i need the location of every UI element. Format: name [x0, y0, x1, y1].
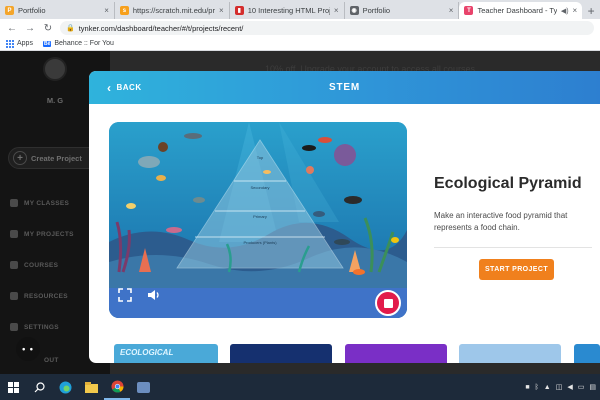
sidebar-item-label: SETTINGS	[24, 323, 59, 331]
project-title: Ecological Pyramid	[434, 175, 582, 192]
tab-label: Portfolio	[18, 6, 46, 15]
windows-start-icon[interactable]	[0, 374, 26, 400]
dashboard-page: M. G + Create Project MY CLASSES MY PROJ…	[0, 51, 600, 374]
tab-label: https://scratch.mit.edu/proje	[132, 6, 215, 15]
project-thumbnail[interactable]: ECOLOGICAL	[114, 344, 218, 363]
browser-tab-portfolio[interactable]: P Portfolio ×	[0, 2, 115, 19]
close-tab-icon[interactable]: ×	[334, 6, 339, 15]
resources-icon	[10, 292, 18, 300]
bookmark-label: Behance :: For You	[54, 40, 114, 47]
bluetooth-icon[interactable]: ᛒ	[535, 384, 539, 391]
avatar[interactable]	[43, 57, 67, 81]
behance-icon: Bē	[42, 40, 52, 47]
start-project-button[interactable]: START PROJECT	[479, 259, 554, 280]
volume-tray-icon[interactable]: ◀	[567, 383, 572, 391]
close-tab-icon[interactable]: ×	[219, 6, 224, 15]
divider	[434, 247, 592, 248]
project-description: Make an interactive food pyramid that re…	[434, 211, 568, 232]
tab-label: Portfolio	[362, 6, 391, 15]
sidebar-item-settings[interactable]: SETTINGS	[10, 321, 59, 333]
url-text: tynker.com/dashboard/teacher/#/t/project…	[78, 23, 244, 33]
edge-icon[interactable]	[52, 374, 78, 400]
fullscreen-icon[interactable]	[118, 288, 132, 302]
sidebar-item-projects[interactable]: MY PROJECTS	[10, 228, 74, 240]
favicon-icon: ▮	[234, 6, 244, 15]
speaker-icon[interactable]: ◀)	[561, 7, 569, 15]
player-controls	[109, 288, 407, 318]
favicon-icon: P	[5, 6, 14, 15]
browser-tab-teacher-dashboard[interactable]: T Teacher Dashboard - Ty ◀) ×	[459, 2, 583, 19]
favicon-icon: ◉	[349, 6, 359, 15]
thumbnail-label: ECOLOGICAL	[120, 348, 174, 357]
screen: P Portfolio × s https://scratch.mit.edu/…	[0, 0, 600, 400]
sidebar-item-label: MY PROJECTS	[24, 230, 74, 238]
back-arrow-icon[interactable]: ←	[6, 23, 18, 34]
address-bar-row: ← → ↻ 🔒 tynker.com/dashboard/teacher/#/t…	[0, 19, 600, 37]
tray-app-icon[interactable]: ▲	[544, 384, 551, 391]
search-icon[interactable]	[26, 374, 52, 400]
stop-icon	[383, 298, 393, 308]
sidebar-item-signout[interactable]: OUT	[44, 354, 59, 366]
browser-tab-portfolio-2[interactable]: ◉ Portfolio ×	[345, 2, 460, 19]
battery-icon[interactable]: ▭	[578, 383, 585, 391]
sidebar-item-label: COURSES	[24, 261, 59, 269]
browser-tab-html-projects[interactable]: ▮ 10 Interesting HTML Project ×	[230, 2, 345, 19]
create-project-label: Create Project	[31, 153, 82, 163]
reload-icon[interactable]: ↻	[42, 23, 54, 34]
sidebar-item-classes[interactable]: MY CLASSES	[10, 197, 69, 209]
projects-icon	[10, 230, 18, 238]
tynker-favicon-icon: T	[464, 6, 474, 15]
sidebar-item-label: OUT	[44, 356, 59, 364]
taskbar: ■ ᛒ ▲ ◫ ◀ ▭ ▤	[0, 374, 600, 400]
browser-tab-strip: P Portfolio × s https://scratch.mit.edu/…	[0, 0, 600, 19]
tab-label: 10 Interesting HTML Project	[247, 6, 330, 15]
bookmarks-bar: Apps Bē Behance :: For You	[0, 37, 600, 51]
tray-app-icon[interactable]: ■	[525, 384, 529, 391]
file-explorer-icon[interactable]	[78, 374, 104, 400]
classes-icon	[10, 199, 18, 207]
tab-label: Teacher Dashboard - Ty	[477, 6, 557, 15]
level-label-primary: Primary	[253, 214, 267, 219]
sidebar-item-label: MY CLASSES	[24, 199, 70, 207]
apps-grid-icon	[6, 39, 14, 48]
url-input[interactable]: 🔒 tynker.com/dashboard/teacher/#/t/proje…	[60, 21, 594, 35]
project-player[interactable]: Top Secondary Primary Producers (Plants)	[109, 122, 407, 318]
app-icon[interactable]	[130, 374, 156, 400]
level-label-secondary: Secondary	[250, 185, 269, 190]
system-tray: ■ ᛒ ▲ ◫ ◀ ▭ ▤	[525, 374, 596, 400]
project-thumbnail[interactable]	[459, 344, 561, 363]
project-modal: ‹ BACK STEM Top Secondary Primary Produc…	[89, 71, 600, 363]
stop-button[interactable]	[375, 290, 401, 316]
chrome-icon[interactable]	[104, 374, 130, 400]
settings-icon	[10, 323, 18, 331]
browser-tab-scratch[interactable]: s https://scratch.mit.edu/proje ×	[115, 2, 230, 19]
favicon-icon: s	[119, 6, 129, 15]
close-tab-icon[interactable]: ×	[104, 6, 109, 15]
modal-header: ‹ BACK STEM	[89, 71, 600, 104]
bookmark-apps[interactable]: Apps	[6, 39, 33, 48]
level-label-producers: Producers (Plants)	[243, 240, 277, 245]
project-thumbnail[interactable]	[345, 344, 447, 363]
project-thumbnail[interactable]	[574, 344, 600, 363]
volume-icon[interactable]	[147, 288, 161, 302]
plus-icon: +	[13, 151, 27, 165]
bookmark-label: Apps	[17, 40, 33, 47]
bookmark-behance[interactable]: Bē Behance :: For You	[42, 40, 114, 47]
network-icon[interactable]: ◫	[556, 383, 563, 391]
sidebar-item-label: RESOURCES	[24, 292, 68, 300]
project-thumbnail[interactable]	[230, 344, 332, 363]
courses-icon	[10, 261, 18, 269]
forward-arrow-icon[interactable]: →	[24, 23, 36, 34]
close-tab-icon[interactable]: ×	[449, 6, 454, 15]
sidebar-item-courses[interactable]: COURSES	[10, 259, 58, 271]
new-tab-button[interactable]: +	[582, 2, 600, 19]
modal-title: STEM	[329, 82, 360, 93]
level-label-top: Top	[257, 155, 264, 160]
close-tab-icon[interactable]: ×	[573, 6, 578, 15]
helper-bot-icon[interactable]: • •	[16, 337, 40, 361]
sidebar-item-resources[interactable]: RESOURCES	[10, 290, 68, 302]
notification-icon[interactable]: ▤	[589, 383, 596, 391]
lock-icon: 🔒	[66, 25, 75, 32]
